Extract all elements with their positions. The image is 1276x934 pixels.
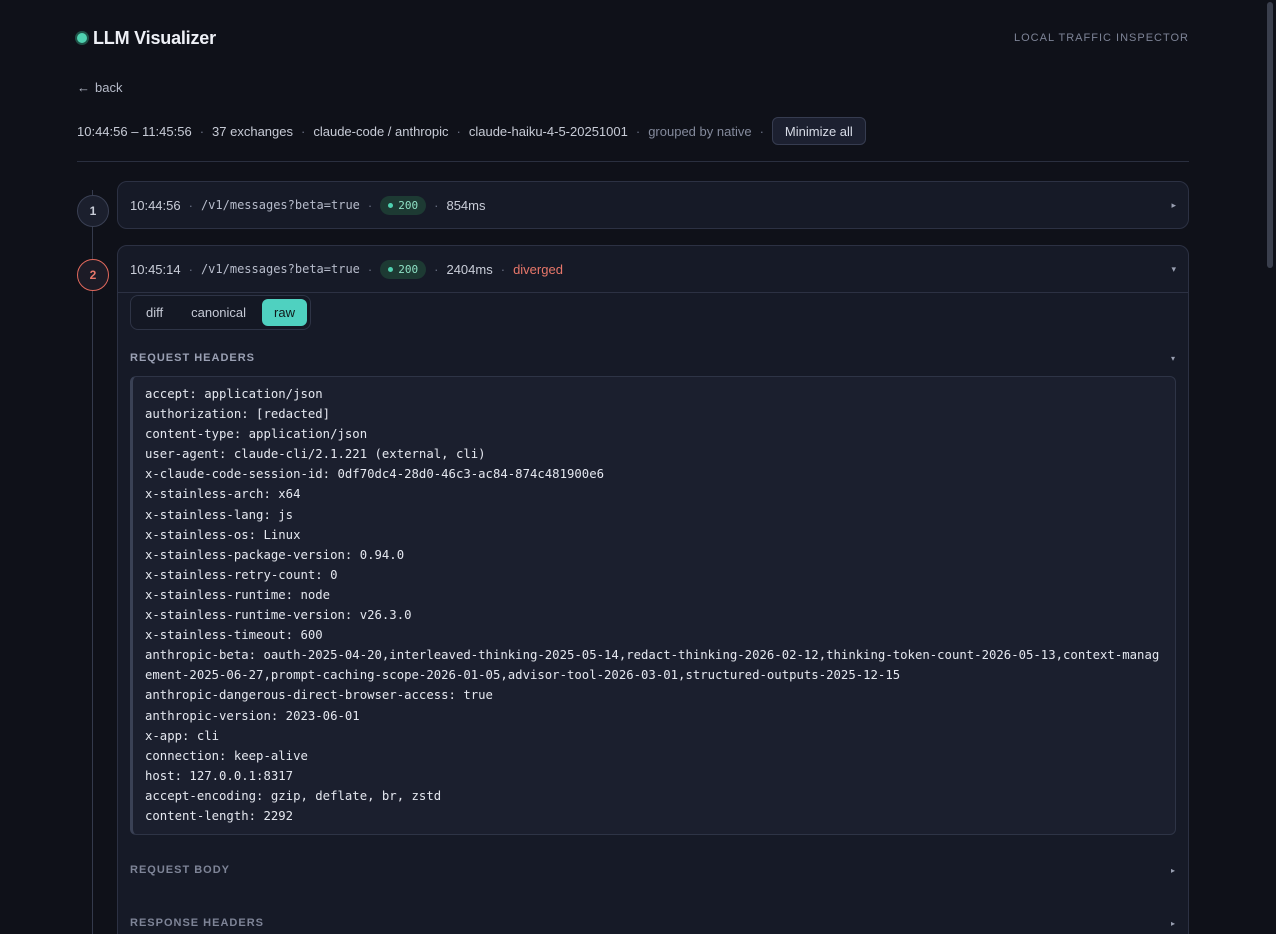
caret-down-icon: ▾ (1170, 353, 1176, 363)
arrow-left-icon: ← (77, 80, 90, 95)
header-line: connection: keep-alive (145, 748, 308, 763)
separator-dot: · (759, 123, 764, 139)
exchange-header[interactable]: 10:45:14 · /v1/messages?beta=true · 200 … (118, 246, 1188, 292)
exchange-path: /v1/messages?beta=true (200, 198, 360, 212)
separator-dot: · (367, 197, 373, 213)
exchange-path: /v1/messages?beta=true (200, 262, 360, 276)
status-code: 200 (398, 262, 419, 276)
back-label: back (95, 80, 123, 95)
exchange-card: 10:45:14 · /v1/messages?beta=true · 200 … (117, 245, 1189, 934)
step-number: 2 (77, 259, 109, 291)
status-dot-icon (77, 33, 87, 43)
exchange-duration: 854ms (446, 197, 486, 213)
app-title: LLM Visualizer (93, 27, 216, 48)
exchange-duration: 2404ms (446, 261, 493, 277)
header-line: anthropic-version: 2023-06-01 (145, 708, 360, 723)
exchange-time: 10:45:14 (130, 261, 181, 277)
response-headers-toggle[interactable]: RESPONSE HEADERS ▸ (118, 906, 1188, 934)
header-line: user-agent: claude-cli/2.1.221 (external… (145, 447, 486, 462)
caret-right-icon: ▸ (1170, 865, 1176, 875)
page: LLM Visualizer LOCAL TRAFFIC INSPECTOR ←… (77, 0, 1189, 162)
view-tabs: diff canonical raw (130, 295, 311, 330)
status-code: 200 (398, 198, 419, 212)
request-headers-toggle[interactable]: REQUEST HEADERS ▾ (118, 342, 1188, 374)
exchange-header[interactable]: 10:44:56 · /v1/messages?beta=true · 200 … (118, 182, 1188, 228)
session-meta: 10:44:56 – 11:45:56 · 37 exchanges · cla… (77, 117, 1189, 145)
brand: LLM Visualizer (77, 28, 216, 49)
separator-dot: · (434, 261, 439, 277)
diverged-flag: diverged (513, 261, 563, 277)
separator-dot: · (635, 123, 641, 139)
header-line: x-stainless-os: Linux (145, 527, 301, 542)
header-line: anthropic-dangerous-direct-browser-acces… (145, 688, 493, 703)
separator-dot: · (199, 123, 205, 139)
separator-dot: · (500, 261, 506, 277)
scrollbar[interactable] (1264, 0, 1276, 934)
header-line: anthropic-beta: oauth-2025-04-20,interle… (145, 648, 1160, 683)
back-link[interactable]: ← back (77, 80, 122, 95)
scrollbar-thumb[interactable] (1267, 2, 1273, 268)
separator-dot: · (301, 123, 306, 139)
client-name: claude-code / anthropic (313, 123, 449, 139)
status-badge: 200 (380, 195, 427, 215)
separator-dot: · (188, 261, 193, 277)
time-range: 10:44:56 – 11:45:56 (77, 123, 192, 139)
section-title: RESPONSE HEADERS (130, 917, 264, 930)
header-line: x-stainless-timeout: 600 (145, 628, 323, 643)
separator-dot: · (434, 197, 439, 213)
exchange-body: diff canonical raw REQUEST HEADERS ▾ acc… (118, 292, 1188, 934)
tab-diff[interactable]: diff (134, 299, 175, 326)
status-dot-icon (388, 266, 394, 272)
tab-raw[interactable]: raw (262, 299, 307, 326)
divider (77, 161, 1189, 162)
separator-dot: · (456, 123, 461, 139)
header-line: x-stainless-runtime-version: v26.3.0 (145, 608, 412, 623)
header-line: accept-encoding: gzip, deflate, br, zstd (145, 788, 442, 803)
timeline-line (92, 190, 93, 934)
header-tag: LOCAL TRAFFIC INSPECTOR (1014, 32, 1189, 44)
grouping-label: grouped by native (648, 123, 752, 139)
section-title: REQUEST HEADERS (130, 352, 256, 364)
header-line: authorization: [redacted] (145, 407, 331, 422)
header-line: content-length: 2292 (145, 808, 294, 823)
header-line: x-stainless-runtime: node (145, 587, 331, 602)
header-line: content-type: application/json (145, 427, 368, 442)
caret-down-icon[interactable]: ▾ (1171, 264, 1176, 275)
caret-right-icon: ▸ (1170, 918, 1176, 928)
exchange-time: 10:44:56 (130, 197, 181, 213)
exchange-card[interactable]: 10:44:56 · /v1/messages?beta=true · 200 … (117, 181, 1189, 229)
header-line: x-claude-code-session-id: 0df70dc4-28d0-… (145, 467, 605, 482)
header-line: x-app: cli (145, 728, 220, 743)
section-title: REQUEST BODY (130, 864, 231, 877)
status-badge: 200 (380, 259, 427, 279)
header-line: x-stainless-package-version: 0.94.0 (145, 547, 405, 562)
status-dot-icon (388, 202, 394, 208)
model-name: claude-haiku-4-5-20251001 (468, 123, 628, 139)
minimize-all-button[interactable]: Minimize all (771, 117, 866, 145)
tab-canonical[interactable]: canonical (179, 299, 258, 326)
separator-dot: · (188, 197, 193, 213)
header-line: x-stainless-lang: js (145, 507, 294, 522)
separator-dot: · (367, 261, 373, 277)
header-line: host: 127.0.0.1:8317 (145, 768, 294, 783)
exchange-count: 37 exchanges (212, 123, 293, 139)
header-line: x-stainless-retry-count: 0 (145, 567, 338, 582)
header-line: accept: application/json (145, 387, 323, 401)
request-headers-content: accept: application/json authorization: [… (130, 376, 1176, 836)
caret-right-icon[interactable]: ▸ (1171, 200, 1176, 211)
request-body-toggle[interactable]: REQUEST BODY ▸ (118, 853, 1188, 887)
step-number: 1 (77, 195, 109, 227)
app-header: LLM Visualizer LOCAL TRAFFIC INSPECTOR (77, 0, 1189, 76)
header-line: x-stainless-arch: x64 (145, 487, 301, 502)
